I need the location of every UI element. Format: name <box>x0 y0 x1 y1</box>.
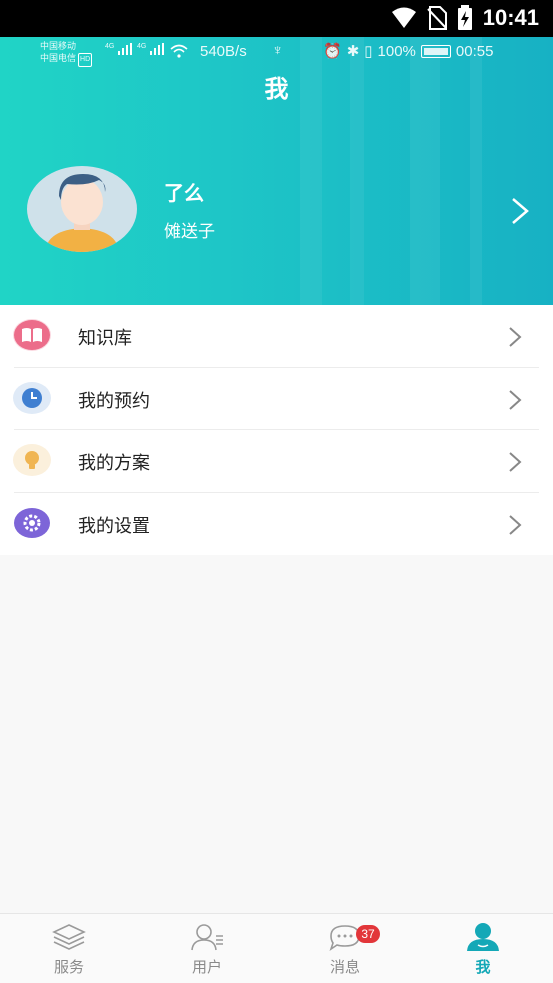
tab-label: 服务 <box>53 958 84 976</box>
chevron-right-icon <box>509 452 522 472</box>
menu-label: 我的设置 <box>78 515 150 537</box>
alarm-icon: ⏰ <box>323 43 342 60</box>
menu-item-my-appointments[interactable]: 我的预约 <box>0 368 553 430</box>
battery-percent: 100% <box>377 42 416 60</box>
unread-badge: 37 <box>356 925 380 943</box>
carrier-2: 中国电信 <box>40 53 77 63</box>
profile-chevron-right-icon[interactable] <box>505 191 535 231</box>
tab-messages[interactable]: 37 消息 <box>276 914 414 983</box>
lightbulb-icon <box>13 444 51 476</box>
carrier-info: 中国移动 中国电信 HD <box>40 40 93 67</box>
inner-status-bar: 中国移动 中国电信 HD 4G 4G 540B/s ♆ ⏰ ✱ ▯ 100% 00… <box>0 37 553 67</box>
no-sim-icon <box>426 6 447 30</box>
system-time: 10:41 <box>482 5 539 30</box>
chevron-right-icon <box>509 389 522 410</box>
page-title: 我 <box>264 75 289 103</box>
menu-list: 知识库 我的预约 我的方案 我的设置 <box>0 305 553 555</box>
menu-item-knowledge-base[interactable]: 知识库 <box>0 305 553 368</box>
user-subtitle: 傩送子 <box>164 222 215 242</box>
bottom-tab-bar: 服务 用户 37 消息 我 <box>0 913 553 983</box>
layers-icon <box>52 924 86 950</box>
battery-charging-icon <box>457 5 472 30</box>
tab-label: 消息 <box>329 958 360 976</box>
usb-icon: ♆ <box>272 42 284 59</box>
person-icon <box>467 923 499 951</box>
carrier-1: 中国移动 <box>40 41 77 51</box>
avatar-person-icon <box>45 174 119 252</box>
tab-label: 用户 <box>191 958 222 976</box>
tab-label: 我 <box>475 958 491 976</box>
system-icons: 10:41 <box>391 5 539 31</box>
menu-item-my-plans[interactable]: 我的方案 <box>0 430 553 493</box>
tab-services[interactable]: 服务 <box>0 914 138 983</box>
wifi-icon <box>391 7 416 28</box>
network-speed: 540B/s <box>200 43 247 60</box>
user-name[interactable]: 了么 <box>164 177 204 206</box>
profile-header: 中国移动 中国电信 HD 4G 4G 540B/s ♆ ⏰ ✱ ▯ 100% 00… <box>0 37 553 305</box>
clock-icon <box>13 381 51 414</box>
right-status: ⏰ ✱ ▯ 100% 00:55 <box>323 42 494 61</box>
tab-users[interactable]: 用户 <box>138 914 276 983</box>
vibrate-icon: ▯ <box>364 43 373 60</box>
avatar[interactable] <box>27 166 137 252</box>
signal-bars-icon <box>117 43 132 55</box>
hd-badge: HD <box>78 53 93 67</box>
battery-icon <box>420 44 451 58</box>
signal-1: 4G <box>105 43 132 58</box>
chevron-right-icon <box>509 514 522 535</box>
tab-me[interactable]: 我 <box>414 914 552 983</box>
chevron-right-icon <box>509 327 522 347</box>
users-icon <box>191 924 223 951</box>
bluetooth-icon: ✱ <box>346 43 360 60</box>
menu-item-my-settings[interactable]: 我的设置 <box>0 493 553 556</box>
menu-label: 知识库 <box>78 328 132 349</box>
menu-label: 我的预约 <box>78 390 150 412</box>
signal-bars-icon <box>149 43 164 55</box>
status-clock: 00:55 <box>455 42 494 60</box>
system-status-bar: 10:41 <box>0 0 553 37</box>
wifi-small-icon <box>170 44 188 58</box>
book-icon <box>13 319 51 351</box>
menu-label: 我的方案 <box>78 453 150 474</box>
signal-2: 4G <box>137 43 164 58</box>
gear-icon <box>13 507 51 539</box>
